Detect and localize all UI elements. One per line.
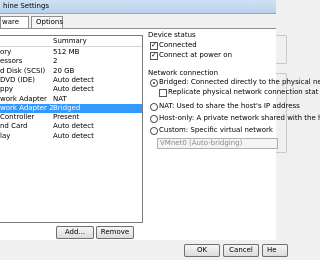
connected-row[interactable]: Connected xyxy=(148,41,268,50)
hardware-list-item[interactable]: work Adapter 2 Bridged xyxy=(0,103,142,113)
bridged-row[interactable]: Bridged: Connected directly to the physi… xyxy=(148,78,320,87)
device-name: ppy xyxy=(0,85,14,94)
connect-power-on-checkbox[interactable] xyxy=(150,51,158,60)
window-title: hine Settings xyxy=(3,2,50,10)
connected-label: Connected xyxy=(159,41,197,49)
device-summary: 20 GB xyxy=(53,66,75,75)
hardware-list-item[interactable]: Controller Present xyxy=(0,113,142,122)
hardware-list-item[interactable]: d Disk (SCSI) 20 GB xyxy=(0,67,142,76)
hardware-list-item[interactable]: lay Auto detect xyxy=(0,132,142,141)
hardware-list-item[interactable]: work Adapter NAT xyxy=(0,95,142,104)
cancel-button[interactable]: Cancel xyxy=(223,244,259,257)
device-name: Controller xyxy=(0,113,35,122)
custom-row[interactable]: Custom: Specific virtual network xyxy=(148,126,276,135)
tab-hardware[interactable]: ware xyxy=(0,16,29,28)
hardware-list-item[interactable]: ppy Auto detect xyxy=(0,85,142,94)
hardware-list-item[interactable]: DVD (IDE) Auto detect xyxy=(0,76,142,85)
nat-radio[interactable] xyxy=(150,103,158,111)
device-summary: 2 xyxy=(53,57,58,66)
device-summary: 512 MB xyxy=(53,48,80,56)
bridged-radio[interactable] xyxy=(150,79,158,87)
add-button[interactable]: Add... xyxy=(56,226,94,239)
device-name: work Adapter 2 xyxy=(0,103,54,112)
device-name: DVD (IDE) xyxy=(0,75,36,84)
connect-power-on-row[interactable]: Connect at power on xyxy=(148,51,268,60)
device-summary: Bridged xyxy=(53,103,81,112)
hardware-tab-panel: Summary ory 512 MB essors 2 d Disk (SCSI) 20 … xyxy=(0,28,320,241)
title-bar: hine Settings xyxy=(0,0,276,14)
device-status-title: Device status xyxy=(147,31,197,39)
ok-button[interactable]: OK xyxy=(184,244,220,257)
nat-label: NAT: Used to share the host's IP address xyxy=(159,102,300,110)
hardware-list-item[interactable]: essors 2 xyxy=(0,57,142,66)
device-summary: Present xyxy=(53,113,80,122)
host-only-row[interactable]: Host-only: A private network shared with… xyxy=(148,114,320,123)
hardware-list-item[interactable]: nd Card Auto detect xyxy=(0,122,142,131)
bridged-label: Bridged: Connected directly to the physi… xyxy=(159,78,320,86)
nat-row[interactable]: NAT: Used to share the host's IP address xyxy=(148,102,300,111)
device-name: ory xyxy=(0,48,12,56)
device-name: lay xyxy=(0,131,11,140)
dialog-footer: OK Cancel He xyxy=(0,240,288,260)
device-summary: Auto detect xyxy=(53,85,94,94)
hardware-list-header: Summary xyxy=(0,36,142,47)
remove-button[interactable]: Remove xyxy=(96,226,134,239)
device-name: essors xyxy=(0,57,23,66)
connected-checkbox[interactable] xyxy=(150,41,158,50)
host-only-radio[interactable] xyxy=(150,115,158,123)
summary-column-header[interactable]: Summary xyxy=(53,37,87,45)
device-summary: Auto detect xyxy=(53,75,94,84)
device-summary: Auto detect xyxy=(53,122,94,131)
help-button[interactable]: He xyxy=(262,244,288,257)
connect-power-on-label: Connect at power on xyxy=(159,51,233,59)
hardware-list-item[interactable]: ory 512 MB xyxy=(0,48,142,57)
device-name: nd Card xyxy=(0,122,28,131)
device-name: work Adapter xyxy=(0,94,47,103)
device-summary: NAT xyxy=(53,94,67,103)
custom-label: Custom: Specific virtual network xyxy=(159,126,273,134)
hardware-list[interactable]: Summary ory 512 MB essors 2 d Disk (SCSI) 20 … xyxy=(0,35,143,223)
replicate-row[interactable]: Replicate physical network connection st… xyxy=(157,88,318,97)
vmnet-select[interactable]: VMnet0 (Auto-bridging) xyxy=(157,138,278,149)
custom-radio[interactable] xyxy=(150,127,158,135)
device-summary: Auto detect xyxy=(53,131,94,140)
tab-options[interactable]: Options xyxy=(31,16,63,28)
replicate-label: Replicate physical network connection st… xyxy=(168,88,319,96)
replicate-checkbox[interactable] xyxy=(159,89,167,97)
device-name: d Disk (SCSI) xyxy=(0,66,46,75)
host-only-label: Host-only: A private network shared with… xyxy=(159,114,320,122)
network-connection-title: Network connection xyxy=(147,69,220,77)
